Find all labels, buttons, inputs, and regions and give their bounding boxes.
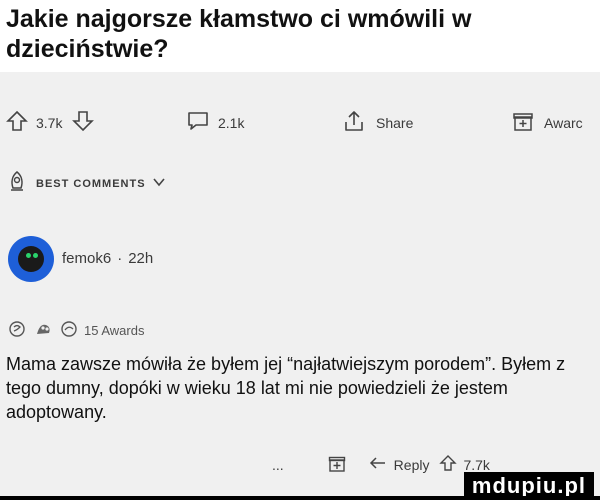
awards-count: 15 Awards: [84, 323, 145, 338]
silver-award-icon: [8, 320, 26, 341]
comment-time: 22h: [128, 250, 154, 267]
upvote-count: 3.7k: [36, 114, 63, 131]
comment-actions: ... Reply 7.7k: [272, 454, 490, 475]
post-title: Jakie najgorsze kłamstwo ci wmówili w dz…: [6, 5, 472, 63]
meta-separator: ·: [117, 250, 123, 267]
upvote-group: 3.7k: [6, 110, 95, 135]
more-options-button[interactable]: ...: [272, 457, 284, 473]
chevron-down-icon: [152, 177, 166, 190]
award-button[interactable]: Awarc: [512, 110, 583, 135]
sort-best-comments[interactable]: BEST COMMENTS: [6, 170, 166, 197]
avatar-eye-left: [26, 253, 31, 258]
comment-vote-count: 7.7k: [463, 456, 490, 473]
title-band: Jakie najgorsze kłamstwo ci wmówili w dz…: [0, 0, 600, 72]
avatar[interactable]: [8, 236, 54, 282]
post-area: [0, 72, 600, 500]
best-comments-label: BEST COMMENTS: [36, 177, 146, 190]
reply-icon[interactable]: [368, 455, 388, 474]
share-icon: [342, 110, 366, 135]
upvote-icon[interactable]: [6, 110, 28, 135]
comment-icon: [186, 110, 210, 135]
award-icon: [512, 110, 534, 135]
bottom-border: [0, 496, 600, 500]
award-label: Awarc: [544, 114, 583, 131]
comment-awards[interactable]: 15 Awards: [8, 320, 144, 341]
avatar-eye-right: [33, 253, 38, 258]
comment-username[interactable]: femok6: [62, 250, 111, 267]
avatar-figure: [18, 246, 44, 272]
comment-count: 2.1k: [218, 114, 245, 131]
gold-award-icon: [60, 320, 78, 341]
share-label: Share: [376, 114, 414, 131]
comment-upvote-icon[interactable]: [439, 454, 458, 475]
downvote-icon[interactable]: [72, 110, 95, 135]
comment-award-icon[interactable]: [328, 454, 346, 475]
share-button[interactable]: Share: [342, 110, 413, 135]
comments-button[interactable]: 2.1k: [186, 110, 244, 135]
rocket-icon: [6, 170, 28, 197]
comment-meta: femok6 · 22h: [62, 250, 153, 267]
reply-button[interactable]: Reply: [394, 457, 430, 473]
emoji-award-icon: [34, 320, 54, 341]
comment-text: Mama zawsze mówiła że byłem jej “najłatw…: [6, 354, 566, 422]
